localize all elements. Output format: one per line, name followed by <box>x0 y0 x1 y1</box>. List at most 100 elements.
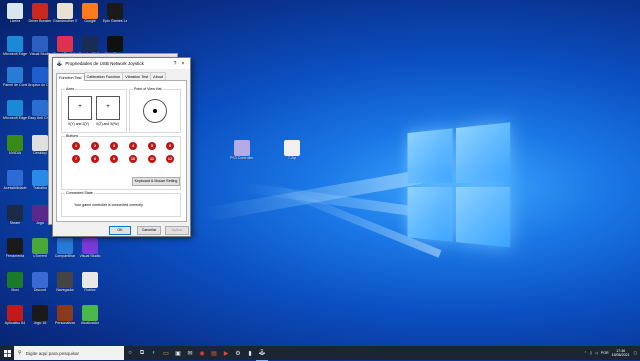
tab-vibration[interactable]: Vibration Test <box>122 72 152 80</box>
steam-icon[interactable]: ⚙ <box>232 346 244 360</box>
desktop-icon[interactable]: Visual Studio <box>78 238 102 258</box>
notifications-icon[interactable]: ▢ <box>634 351 637 355</box>
desktop-icon[interactable]: Steam <box>3 205 27 225</box>
desktop-icon[interactable]: Atualizador <box>78 305 102 325</box>
connected-state-group: Connected State Your game controller is … <box>61 191 181 217</box>
desktop-icon-label: Painel de Controle <box>3 83 27 87</box>
apply-button[interactable]: Aplicar <box>165 226 189 235</box>
buttons-group: Buttons 1 2 3 4 5 6 7 8 9 10 11 12 Keybo… <box>61 134 181 190</box>
tab-about[interactable]: About <box>150 72 167 80</box>
joystick-button-9: 9 <box>110 155 118 163</box>
edge-icon[interactable]: ◐ <box>148 346 160 360</box>
joystick-button-6: 6 <box>166 142 174 150</box>
chevron-up-icon[interactable]: ⌃ <box>584 351 587 355</box>
axis-left-display: + <box>68 96 92 120</box>
office-icon[interactable]: ▤ <box>208 346 220 360</box>
keyboard-mouse-setting-button[interactable]: Keyboard & Mouse Setting <box>132 177 180 186</box>
joystick-button-7: 7 <box>72 155 80 163</box>
desktop-icon[interactable]: PS3 Controller Tool <box>230 140 254 160</box>
app-icon <box>32 238 48 254</box>
desktop-icon[interactable]: Microsoft Edge <box>3 36 27 56</box>
tab-calibration[interactable]: Calibration Function <box>83 72 124 80</box>
desktop-icon-label: Lixeira <box>9 19 21 23</box>
app-icon <box>57 238 73 254</box>
desktop-icon-label: Ferramenta <box>5 254 25 258</box>
app-icon <box>82 3 98 19</box>
app-icon <box>107 36 123 52</box>
joystick-button-5: 5 <box>148 142 156 150</box>
chrome-icon[interactable]: ◉ <box>196 346 208 360</box>
app-icon <box>82 36 98 52</box>
ok-button[interactable]: OK <box>109 226 131 235</box>
clock-date: 15/06/2021 <box>611 353 630 357</box>
joystick-properties-dialog: 🕹 Propriedades de USB Network Joystick ?… <box>52 57 191 237</box>
connected-state-label: Connected State <box>65 191 94 195</box>
media-icon[interactable]: ▶ <box>220 346 232 360</box>
app-icon <box>107 3 123 19</box>
desktop-icon[interactable]: Personalizar <box>53 305 77 325</box>
windows-logo-wallpaper <box>407 122 515 252</box>
app-icon <box>82 238 98 254</box>
desktop-icon[interactable]: Ferramenta <box>3 238 27 258</box>
cancel-button[interactable]: Cancelar <box>137 226 161 235</box>
desktop-icon-label: Visual Studio <box>79 254 101 258</box>
search-box[interactable]: ⚲ Digite aqui para pesquisar <box>14 346 124 360</box>
file-explorer-icon[interactable]: ▭ <box>160 346 172 360</box>
desktop-icon-label: Grandmother Simulator <box>53 19 77 23</box>
language-indicator[interactable]: POR <box>601 351 609 355</box>
desktop-icon[interactable]: Driver Booster <box>28 3 52 23</box>
desktop-icon-label: Steam <box>9 221 21 225</box>
help-button[interactable]: ? <box>171 61 179 67</box>
app-icon <box>284 140 300 156</box>
terminal-icon[interactable]: ▮ <box>244 346 256 360</box>
dialog-titlebar[interactable]: 🕹 Propriedades de USB Network Joystick ?… <box>53 58 190 69</box>
joystick-button-11: 11 <box>148 155 156 163</box>
app-icon <box>7 135 23 151</box>
search-icon: ⚲ <box>18 350 22 356</box>
close-button[interactable]: × <box>179 61 187 67</box>
desktop-icon[interactable]: Compartilhar <box>53 238 77 258</box>
joystick-button-3: 3 <box>110 142 118 150</box>
desktop-icon-label: Personalizar <box>55 321 75 325</box>
app-icon <box>82 272 98 288</box>
desktop-icon[interactable]: 7-Zip <box>280 140 304 160</box>
start-button[interactable] <box>0 346 14 360</box>
desktop-icon[interactable]: Acessibilidade <box>3 170 27 190</box>
joystick-button-10: 10 <box>129 155 137 163</box>
desktop-icon[interactable]: uTorrent <box>28 238 52 258</box>
app-icon <box>7 170 23 186</box>
joystick-button-4: 4 <box>129 142 137 150</box>
axis-left-caption: X(Y) and Z(Y) <box>68 122 89 126</box>
desktop-icon[interactable]: NVIDIA <box>3 135 27 155</box>
network-icon[interactable]: ▯ <box>590 351 592 355</box>
desktop-icon-label: Roblox <box>84 288 96 292</box>
desktop-icon[interactable]: Grandmother Simulator <box>53 3 77 23</box>
task-view-icon[interactable]: ⧉ <box>136 346 148 360</box>
desktop-icon[interactable]: Painel de Controle <box>3 67 27 87</box>
app-icon <box>32 272 48 288</box>
app-icon <box>234 140 250 156</box>
desktop-icon[interactable]: Google <box>78 3 102 23</box>
tab-function-test[interactable]: Function Test <box>56 73 85 81</box>
store-icon[interactable]: ▣ <box>172 346 184 360</box>
app-icon <box>32 170 48 186</box>
desktop-icon[interactable]: Navegador <box>53 272 77 292</box>
desktop-icon[interactable]: Xbox <box>3 272 27 292</box>
pov-hat-group: Point of View Hat <box>129 87 181 133</box>
app-icon <box>7 272 23 288</box>
desktop-icon-label: Navegador <box>56 288 74 292</box>
desktop-icon[interactable]: Epic Games Launcher <box>103 3 127 23</box>
joystick-app-icon[interactable]: 🕹 <box>256 346 268 361</box>
mail-icon[interactable]: ✉ <box>184 346 196 360</box>
desktop-icon[interactable]: Discord <box>28 272 52 292</box>
desktop-icon[interactable]: Jogo 18 <box>28 305 52 325</box>
volume-icon[interactable]: ◁ <box>595 351 598 355</box>
desktop-icon[interactable]: Roblox <box>78 272 102 292</box>
desktop-icon[interactable]: Lixeira <box>3 3 27 23</box>
desktop-icon[interactable]: Microsoft Edge <box>3 100 27 120</box>
app-icon <box>32 305 48 321</box>
clock[interactable]: 17:36 15/06/2021 <box>612 349 630 357</box>
cortana-icon[interactable]: ○ <box>124 346 136 360</box>
desktop-icon[interactable]: Aplicativo 64 <box>3 305 27 325</box>
app-icon <box>7 238 23 254</box>
